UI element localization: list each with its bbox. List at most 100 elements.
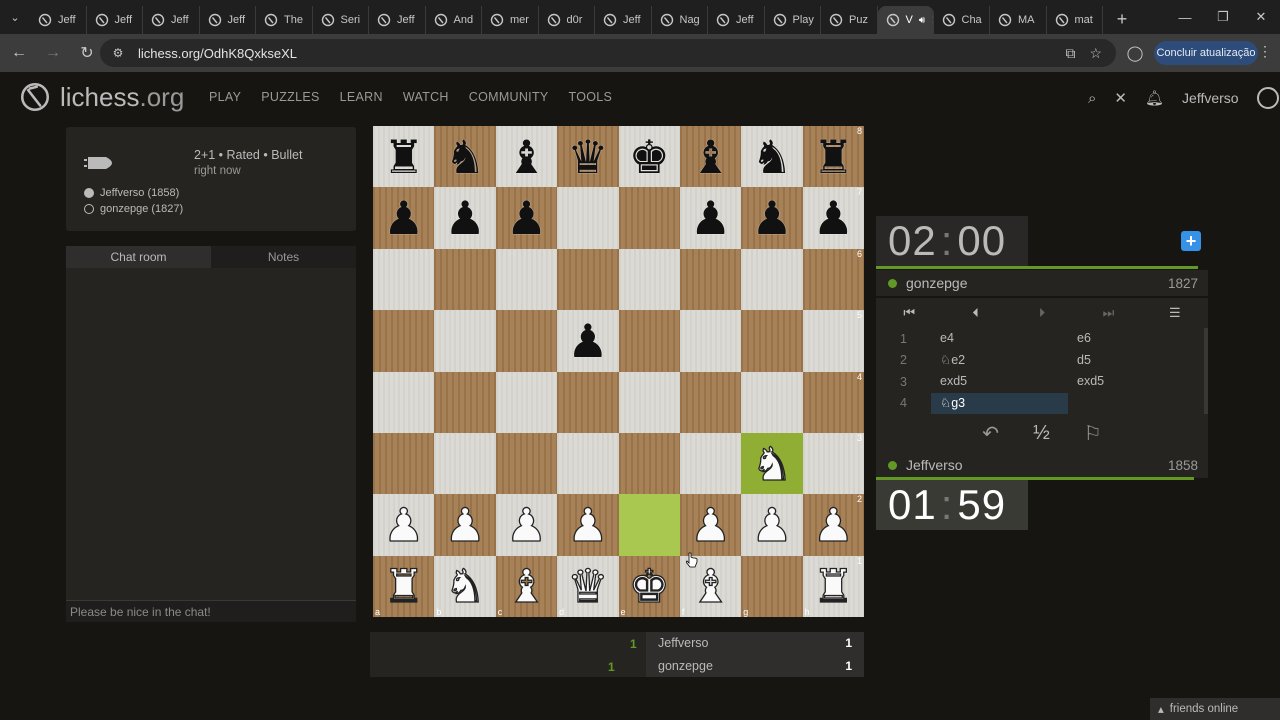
- square-b2[interactable]: ♟: [434, 494, 496, 556]
- square-f6[interactable]: [679, 248, 742, 311]
- square-a4[interactable]: [373, 371, 435, 433]
- friends-online-button[interactable]: ▴ friends online: [1150, 698, 1280, 720]
- square-b6[interactable]: [434, 248, 496, 311]
- menu-hamburger-icon[interactable]: ☰: [1142, 298, 1208, 328]
- square-h3[interactable]: 3: [802, 432, 864, 495]
- browser-tab[interactable]: Nag: [652, 6, 708, 34]
- square-d3[interactable]: [557, 432, 619, 495]
- browser-tab[interactable]: Jeff: [87, 6, 143, 34]
- square-g3[interactable]: ♞: [741, 432, 803, 495]
- square-a5[interactable]: [373, 310, 435, 372]
- white-bishop-icon[interactable]: ♝: [505, 563, 548, 610]
- square-d7[interactable]: [557, 187, 619, 249]
- browser-tab[interactable]: Jeff: [595, 6, 652, 34]
- square-h5[interactable]: 5: [802, 310, 864, 372]
- install-app-icon[interactable]: ⧉: [1065, 45, 1075, 62]
- black-pawn-icon[interactable]: ♟: [567, 318, 608, 364]
- white-move[interactable]: ♘e2: [931, 350, 1068, 372]
- black-pawn-icon[interactable]: ♟: [444, 195, 485, 241]
- square-f3[interactable]: [679, 432, 742, 495]
- square-e1[interactable]: ♚ e: [618, 555, 680, 617]
- white-move[interactable]: e4: [931, 328, 1068, 350]
- square-c6[interactable]: [495, 248, 558, 311]
- black-queen-icon[interactable]: ♛: [567, 134, 608, 180]
- browser-tab[interactable]: d0r: [539, 6, 595, 34]
- square-f2[interactable]: ♟: [679, 494, 742, 556]
- square-c7[interactable]: ♟: [495, 187, 558, 249]
- resign-flag-icon[interactable]: ⚐: [1084, 421, 1102, 446]
- site-logo[interactable]: lichess.org: [18, 80, 184, 114]
- white-pawn-icon[interactable]: ♟: [689, 501, 732, 548]
- square-d5[interactable]: ♟: [557, 310, 619, 372]
- tab-notes[interactable]: Notes: [211, 246, 356, 268]
- white-pawn-icon[interactable]: ♟: [812, 501, 855, 548]
- tab-chat-room[interactable]: Chat room: [66, 246, 211, 268]
- browser-tab[interactable]: Jeff: [143, 6, 200, 34]
- white-bishop-icon[interactable]: ♝: [689, 563, 732, 610]
- white-king-icon[interactable]: ♚: [628, 563, 671, 610]
- black-rook-icon[interactable]: ♜: [813, 134, 854, 180]
- address-bar[interactable]: ⚙ lichess.org/OdhK8QxkseXL ⧉ ☆: [100, 39, 1116, 67]
- black-pawn-icon[interactable]: ♟: [383, 195, 424, 241]
- square-g5[interactable]: [741, 310, 803, 372]
- browser-tab[interactable]: Puz: [821, 6, 878, 34]
- prev-move-icon[interactable]: ⏴: [942, 298, 1008, 328]
- square-h7[interactable]: ♟ 7: [802, 187, 864, 249]
- profile-icon[interactable]: ◯: [1124, 42, 1146, 64]
- square-c3[interactable]: [495, 432, 558, 495]
- white-pawn-icon[interactable]: ♟: [444, 501, 487, 548]
- crosstable-game-score[interactable]: 1: [630, 637, 637, 651]
- chat-input[interactable]: Please be nice in the chat!: [66, 600, 356, 622]
- square-h2[interactable]: ♟ 2: [802, 494, 864, 556]
- tab-search-button[interactable]: ⌄: [0, 0, 30, 34]
- nav-tools[interactable]: TOOLS: [569, 90, 613, 104]
- square-h1[interactable]: ♜ 1 h: [802, 555, 864, 617]
- browser-tab[interactable]: MA: [990, 6, 1047, 34]
- square-e3[interactable]: [618, 432, 680, 495]
- nav-community[interactable]: COMMUNITY: [469, 90, 549, 104]
- black-pawn-icon[interactable]: ♟: [506, 195, 547, 241]
- browser-tab[interactable]: V🔊︎✕: [877, 6, 934, 34]
- square-g2[interactable]: ♟: [741, 494, 803, 556]
- square-d2[interactable]: ♟: [557, 494, 619, 556]
- chess-board[interactable]: ♜ ♞ ♝ ♛ ♚ ♝ ♞ ♜ 8 ♟ ♟ ♟ ♟ ♟ ♟ 7 6 ♟ 5 4 ♞ 3 ♟ ♟ ♟ ♟ ♟ ♟ ♟ 2 ♜ a ♞ b ♝ c ♛ d ♚ e…: [373, 126, 864, 617]
- add-time-button[interactable]: +: [1181, 231, 1201, 251]
- square-h6[interactable]: 6: [802, 248, 864, 311]
- speaker-icon[interactable]: 🔊︎: [919, 15, 925, 26]
- square-a8[interactable]: ♜: [373, 126, 435, 188]
- browser-tab[interactable]: mer: [482, 6, 539, 34]
- update-button[interactable]: Concluir atualização: [1154, 41, 1258, 65]
- search-icon[interactable]: ⌕: [1088, 90, 1096, 107]
- white-pawn-icon[interactable]: ♟: [382, 501, 425, 548]
- black-bishop-icon[interactable]: ♝: [690, 134, 731, 180]
- black-knight-icon[interactable]: ♞: [444, 134, 485, 180]
- reload-button[interactable]: ↻: [72, 38, 102, 68]
- white-queen-icon[interactable]: ♛: [567, 563, 610, 610]
- square-e7[interactable]: [618, 187, 680, 249]
- close-window-button[interactable]: ✕: [1242, 0, 1280, 34]
- square-a3[interactable]: [373, 432, 435, 495]
- square-e4[interactable]: [618, 371, 680, 433]
- square-e5[interactable]: [618, 310, 680, 372]
- nav-learn[interactable]: LEARN: [340, 90, 383, 104]
- square-c8[interactable]: ♝: [495, 126, 558, 188]
- black-pawn-icon[interactable]: ♟: [690, 195, 731, 241]
- square-f7[interactable]: ♟: [679, 187, 742, 249]
- square-b5[interactable]: [434, 310, 496, 372]
- square-g4[interactable]: [741, 371, 803, 433]
- square-d6[interactable]: [557, 248, 619, 311]
- white-rook-icon[interactable]: ♜: [382, 563, 425, 610]
- maximize-button[interactable]: ❐: [1204, 0, 1242, 34]
- square-f8[interactable]: ♝: [679, 126, 742, 188]
- browser-tab[interactable]: Jeff: [30, 6, 87, 34]
- crosstable-game-score[interactable]: 1: [608, 660, 615, 674]
- white-pawn-icon[interactable]: ♟: [567, 501, 610, 548]
- crosstable-player[interactable]: gonzepge 1: [646, 654, 864, 677]
- square-h8[interactable]: ♜ 8: [802, 126, 864, 188]
- black-pawn-icon[interactable]: ♟: [751, 195, 792, 241]
- browser-tab[interactable]: Jeff: [708, 6, 765, 34]
- challenge-swords-icon[interactable]: ✕: [1114, 89, 1127, 107]
- square-f4[interactable]: [679, 371, 742, 433]
- back-button[interactable]: ←: [4, 38, 34, 68]
- username-link[interactable]: Jeffverso: [1182, 90, 1239, 106]
